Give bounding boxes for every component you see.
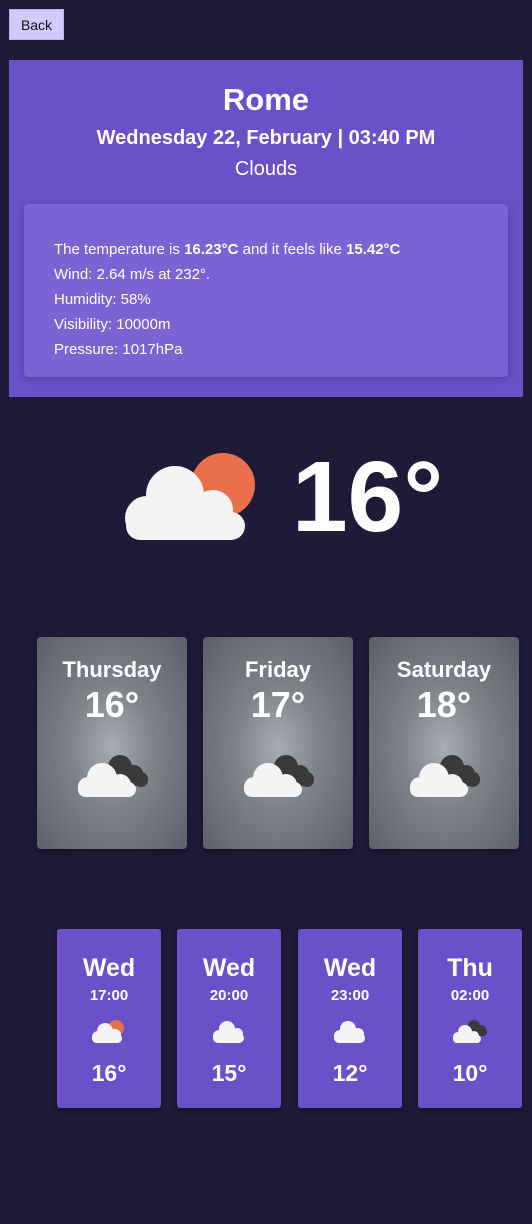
daily-day-label: Saturday [396, 657, 492, 682]
hourly-temperature: 12° [332, 1060, 368, 1086]
weather-details-panel: The temperature is 16.23°C and it feels … [24, 204, 508, 377]
daily-forecast-card[interactable]: Thursday 16° [37, 637, 187, 849]
hourly-day-label: Wed [82, 954, 136, 982]
hourly-time: 02:00 [450, 987, 490, 1004]
cloud-sun-icon [125, 453, 255, 540]
daily-temperature: 16° [84, 684, 140, 725]
daily-temperature: 17° [250, 684, 306, 725]
broken-clouds-icon [78, 755, 148, 797]
broken-clouds-icon [244, 755, 314, 797]
weather-header: Rome Wednesday 22, February | 03:40 PM C… [9, 60, 523, 397]
hourly-temperature: 10° [452, 1060, 488, 1086]
daily-day-label: Thursday [62, 657, 162, 682]
hourly-day-label: Wed [202, 954, 256, 982]
current-weather: 16° [0, 440, 532, 570]
hourly-time: 20:00 [209, 987, 249, 1004]
hourly-day-label: Wed [323, 954, 377, 982]
hourly-forecast-card[interactable]: Wed 17:00 16° [57, 929, 161, 1108]
daily-forecast-card[interactable]: Friday 17° [203, 637, 353, 849]
hourly-time: 17:00 [89, 987, 129, 1004]
daily-temperature: 18° [416, 684, 472, 725]
cloud-icon [334, 1021, 365, 1043]
date-time: Wednesday 22, February | 03:40 PM [96, 127, 436, 149]
hourly-temperature: 15° [211, 1060, 247, 1086]
broken-clouds-icon [453, 1020, 487, 1043]
pressure-line: Pressure: 1017hPa [54, 341, 183, 358]
hourly-temperature: 16° [91, 1060, 127, 1086]
temperature-value: 16.23°C [184, 241, 239, 258]
hourly-forecast-card[interactable]: Thu 02:00 10° [418, 929, 522, 1108]
visibility-line: Visibility: 10000m [54, 316, 171, 333]
current-temperature: 16° [292, 441, 444, 553]
wind-line: Wind: 2.64 m/s at 232°. [54, 266, 211, 283]
city-name: Rome [222, 82, 310, 117]
cloud-sun-icon [92, 1020, 124, 1043]
back-button[interactable]: Back [9, 9, 64, 40]
temperature-line: The temperature is 16.23°C and it feels … [54, 241, 401, 258]
weather-condition: Clouds [234, 158, 298, 180]
hourly-forecast-card[interactable]: Wed 20:00 15° [177, 929, 281, 1108]
hourly-day-label: Thu [447, 954, 493, 982]
hourly-forecast-card[interactable]: Wed 23:00 12° [298, 929, 402, 1108]
daily-day-label: Friday [244, 657, 312, 682]
broken-clouds-icon [410, 755, 480, 797]
feels-like-value: 15.42°C [346, 241, 401, 258]
humidity-line: Humidity: 58% [54, 291, 151, 308]
daily-forecast-card[interactable]: Saturday 18° [369, 637, 519, 849]
cloud-icon [213, 1021, 244, 1043]
hourly-time: 23:00 [330, 987, 370, 1004]
